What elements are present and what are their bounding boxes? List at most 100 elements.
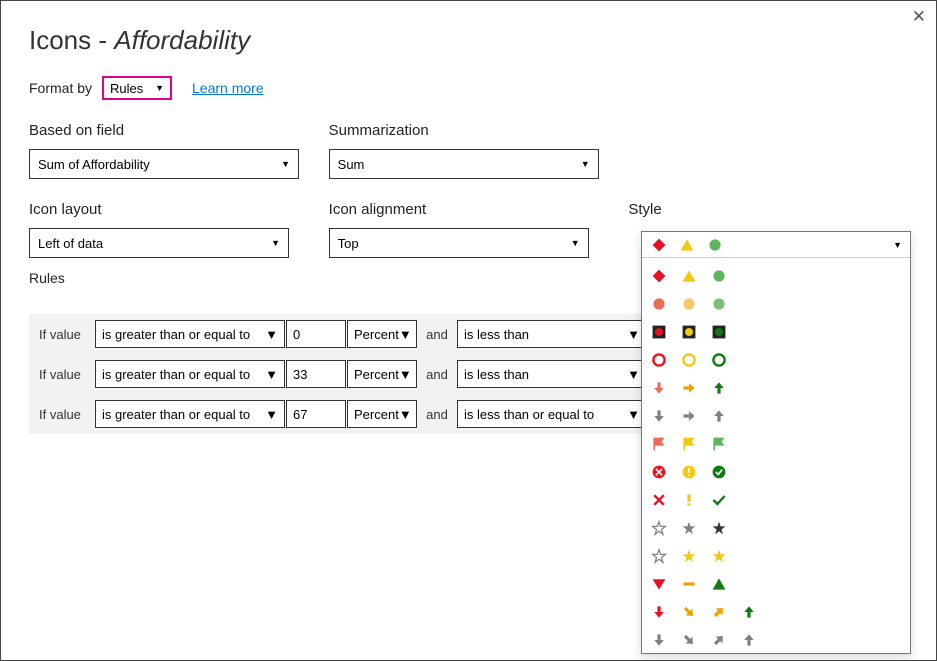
rule-operator-1-value: is greater than or equal to xyxy=(102,407,250,422)
style-label: Style xyxy=(628,201,908,218)
based-on-field-value: Sum of Affordability xyxy=(38,157,150,172)
style-option[interactable] xyxy=(648,626,904,653)
chevron-down-icon: ▼ xyxy=(399,327,412,342)
style-option[interactable] xyxy=(648,542,904,570)
rule-operator-1-value: is greater than or equal to xyxy=(102,327,250,342)
chevron-down-icon: ▼ xyxy=(627,407,640,422)
style-icon xyxy=(680,407,698,425)
rule-value-1-input[interactable] xyxy=(286,320,346,348)
style-icon xyxy=(650,491,668,509)
chevron-down-icon: ▼ xyxy=(399,367,412,382)
style-icon xyxy=(650,575,668,593)
chevron-down-icon: ▼ xyxy=(271,238,280,248)
style-icon xyxy=(680,267,698,285)
rule-unit-value: Percent xyxy=(354,407,399,422)
style-icon xyxy=(650,435,668,453)
style-icon xyxy=(710,519,728,537)
style-icon xyxy=(650,236,668,254)
style-icon xyxy=(678,236,696,254)
rule-unit-value: Percent xyxy=(354,327,399,342)
rule-operator-1-select[interactable]: is greater than or equal to ▼ xyxy=(95,400,285,428)
style-option[interactable] xyxy=(648,430,904,458)
style-option[interactable] xyxy=(648,290,904,318)
style-icon xyxy=(650,295,668,313)
icon-alignment-select[interactable]: Top ▼ xyxy=(329,228,589,258)
chevron-down-icon: ▼ xyxy=(581,159,590,169)
style-icon xyxy=(650,547,668,565)
rule-unit-select[interactable]: Percent▼ xyxy=(347,320,417,348)
rule-unit-select[interactable]: Percent▼ xyxy=(347,400,417,428)
style-option[interactable] xyxy=(648,486,904,514)
style-icon xyxy=(680,379,698,397)
style-icon xyxy=(650,379,668,397)
style-option[interactable] xyxy=(648,346,904,374)
style-icon xyxy=(710,379,728,397)
style-icon xyxy=(650,323,668,341)
title-prefix: Icons - xyxy=(29,25,114,55)
style-icon xyxy=(650,631,668,649)
and-label: and xyxy=(418,367,456,382)
icon-alignment-label: Icon alignment xyxy=(329,201,629,218)
style-option[interactable] xyxy=(648,458,904,486)
summarization-select[interactable]: Sum ▼ xyxy=(329,149,599,179)
rule-operator-2-value: is less than xyxy=(464,367,529,382)
based-on-field-select[interactable]: Sum of Affordability ▼ xyxy=(29,149,299,179)
style-icon xyxy=(680,351,698,369)
style-option[interactable] xyxy=(648,514,904,542)
chevron-down-icon: ▼ xyxy=(281,159,290,169)
rule-operator-2-select[interactable]: is less than or equal to▼ xyxy=(457,400,647,428)
rule-operator-2-select[interactable]: is less than▼ xyxy=(457,320,647,348)
dialog-title: Icons - Affordability xyxy=(29,25,908,56)
style-icon xyxy=(710,407,728,425)
style-option[interactable] xyxy=(648,374,904,402)
style-icon xyxy=(740,631,758,649)
and-label: and xyxy=(418,327,456,342)
learn-more-link[interactable]: Learn more xyxy=(192,80,264,96)
format-by-value: Rules xyxy=(110,81,143,96)
style-icon xyxy=(650,407,668,425)
style-icon xyxy=(710,631,728,649)
style-icon xyxy=(680,295,698,313)
style-option[interactable] xyxy=(648,318,904,346)
style-icon xyxy=(650,603,668,621)
style-icon xyxy=(680,519,698,537)
style-option[interactable] xyxy=(648,262,904,290)
icon-alignment-value: Top xyxy=(338,236,359,251)
chevron-down-icon: ▼ xyxy=(265,367,278,382)
style-icon xyxy=(710,491,728,509)
summarization-label: Summarization xyxy=(329,122,629,139)
rule-operator-1-select[interactable]: is greater than or equal to▼ xyxy=(95,360,285,388)
icon-layout-select[interactable]: Left of data ▼ xyxy=(29,228,289,258)
style-selected-row[interactable]: ▼ xyxy=(642,232,910,258)
style-icon xyxy=(650,267,668,285)
close-icon[interactable]: ✕ xyxy=(912,7,926,27)
style-icon xyxy=(710,575,728,593)
rule-value-1-input[interactable] xyxy=(286,360,346,388)
style-icon xyxy=(680,435,698,453)
icon-layout-value: Left of data xyxy=(38,236,103,251)
style-icon xyxy=(710,267,728,285)
style-icon xyxy=(710,603,728,621)
chevron-down-icon: ▼ xyxy=(155,83,164,93)
and-label: and xyxy=(418,407,456,422)
style-icon xyxy=(680,547,698,565)
style-icon xyxy=(680,323,698,341)
rule-operator-2-select[interactable]: is less than ▼ xyxy=(457,360,647,388)
style-option[interactable] xyxy=(648,402,904,430)
chevron-down-icon: ▼ xyxy=(627,367,640,382)
rule-operator-2-value: is less than xyxy=(464,327,529,342)
style-icon xyxy=(680,463,698,481)
format-by-select[interactable]: Rules ▼ xyxy=(102,76,172,100)
chevron-down-icon: ▼ xyxy=(893,240,902,250)
rule-unit-select[interactable]: Percent▼ xyxy=(347,360,417,388)
icon-layout-label: Icon layout xyxy=(29,201,329,218)
chevron-down-icon: ▼ xyxy=(399,407,412,422)
style-select-panel[interactable]: ▼ xyxy=(641,231,911,654)
rule-value-1-input[interactable] xyxy=(286,400,346,428)
style-option[interactable] xyxy=(648,598,904,626)
style-option[interactable] xyxy=(648,570,904,598)
chevron-down-icon: ▼ xyxy=(265,407,278,422)
style-icon xyxy=(740,603,758,621)
rule-operator-1-select[interactable]: is greater than or equal to▼ xyxy=(95,320,285,348)
rule-unit-value: Percent xyxy=(354,367,399,382)
